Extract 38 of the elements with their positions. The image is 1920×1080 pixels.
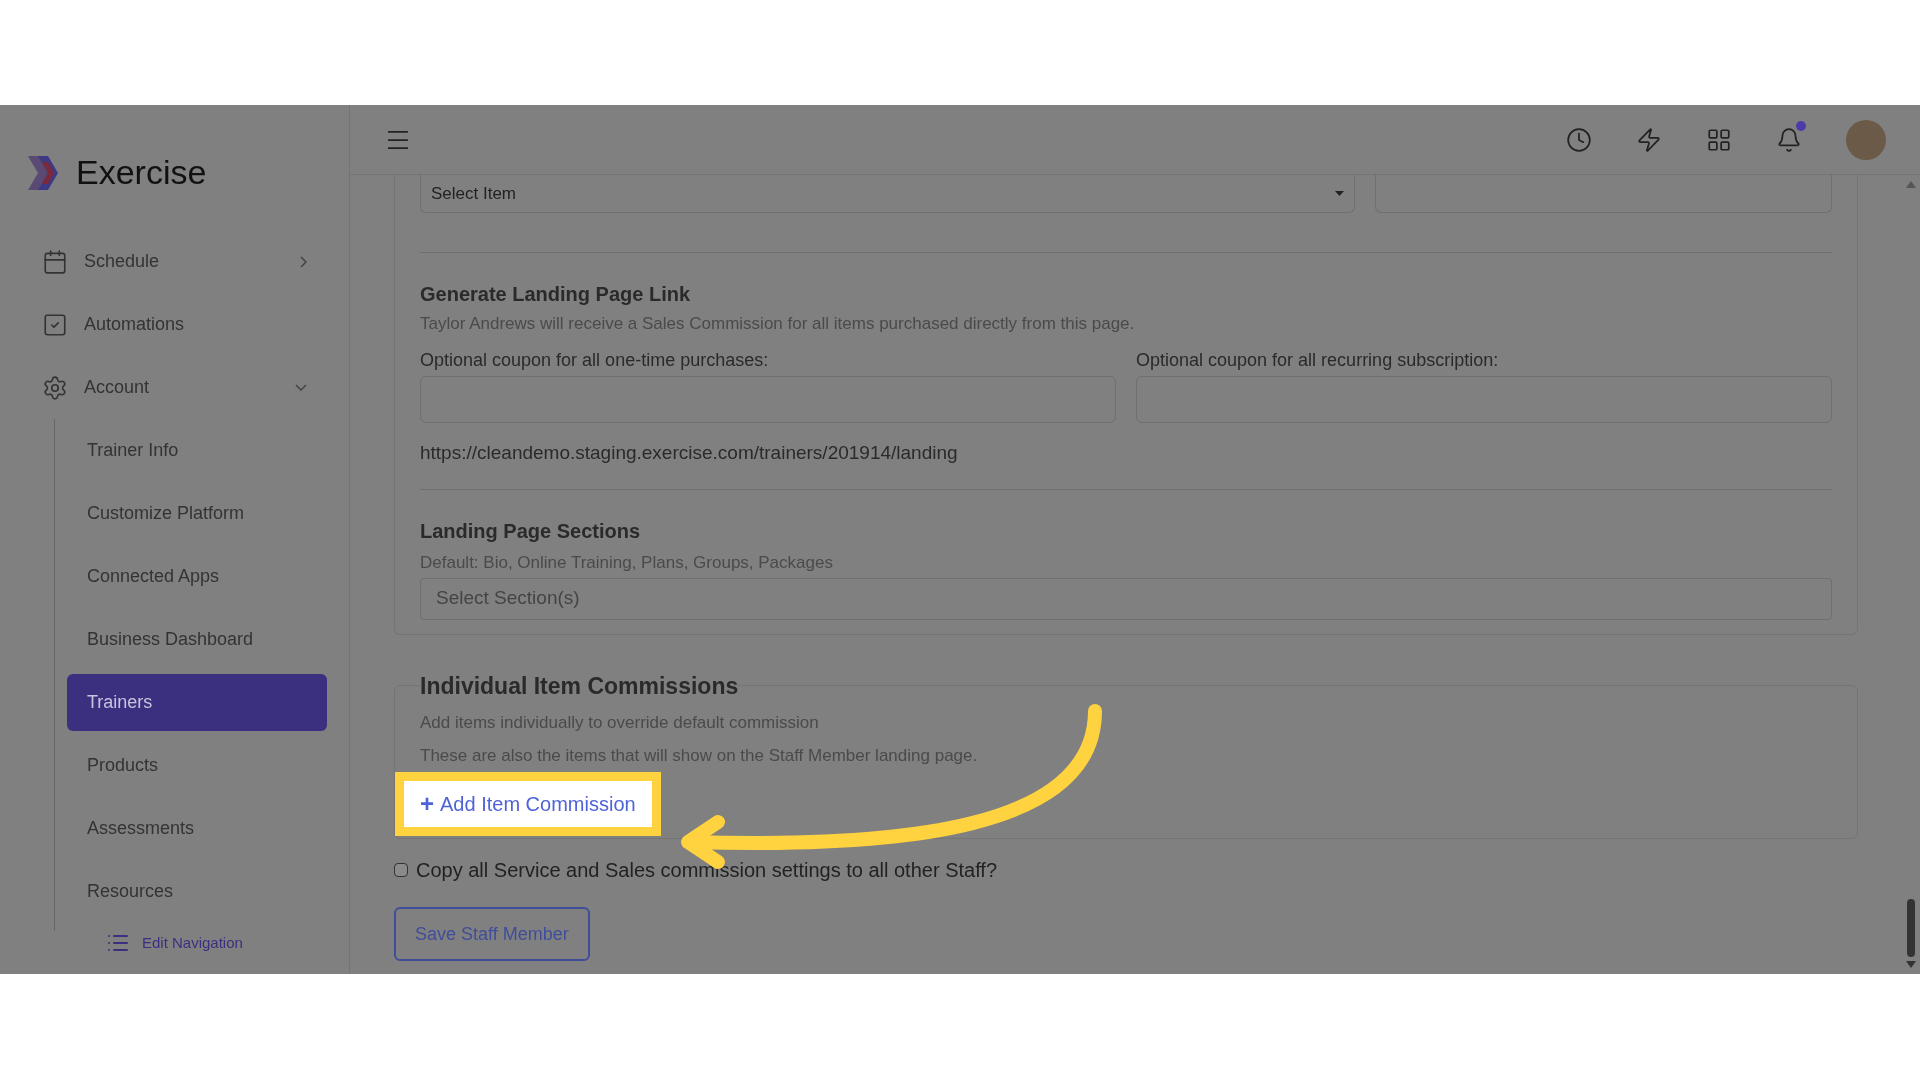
sidebar-item[interactable]: Automations: [24, 293, 327, 356]
chevron-down-icon: [295, 384, 307, 391]
gear-icon: [42, 374, 68, 401]
caret-icon: [1335, 191, 1344, 196]
brand-name: Exercise: [76, 152, 207, 193]
clock-icon[interactable]: [1566, 126, 1592, 153]
checkbox-icon: [42, 311, 68, 338]
scroll-down-arrow-icon[interactable]: [1906, 961, 1916, 968]
checkbox-label: Copy all Service and Sales commission settings to all other Staff?: [416, 858, 998, 883]
sidebar-subitem[interactable]: Trainer Info: [67, 422, 327, 479]
bell-icon[interactable]: [1776, 126, 1802, 153]
section-title: Generate Landing Page Link: [420, 282, 692, 307]
sidebar-item[interactable]: Account: [24, 356, 327, 419]
sidebar-subitem[interactable]: Connected Apps: [67, 548, 327, 605]
field-label: Optional coupon for all recurring subscription:: [1136, 348, 1500, 372]
scroll-up-arrow-icon[interactable]: [1906, 181, 1916, 188]
scrollbar-thumb[interactable]: [1907, 899, 1915, 957]
grid-icon[interactable]: [1706, 126, 1732, 153]
select-sections-dropdown[interactable]: Select Section(s): [420, 577, 1832, 620]
sidebar-item[interactable]: Schedule: [24, 230, 327, 293]
sidebar-subitem[interactable]: Customize Platform: [67, 485, 327, 542]
sidebar-subitem[interactable]: Assessments: [67, 800, 327, 857]
checkbox[interactable]: [394, 863, 408, 877]
save-staff-member-button[interactable]: Save Staff Member: [394, 907, 590, 961]
edit-navigation-link[interactable]: Edit Navigation: [106, 931, 349, 955]
add-item-commission-button[interactable]: + Add Item Commission: [395, 772, 661, 836]
landing-page-url: https://cleandemo.staging.exercise.com/trainers/201914/landing: [420, 440, 959, 465]
field-label: Optional coupon for all one-time purchases:: [420, 348, 770, 372]
select-item-dropdown[interactable]: Select Item: [420, 175, 1355, 213]
sidebar-subitem[interactable]: Business Dashboard: [67, 611, 327, 668]
sidebar-subitem[interactable]: Resources: [67, 863, 327, 920]
section-title: Individual Item Commissions: [420, 671, 739, 701]
calendar-icon: [42, 248, 68, 275]
sidebar-subitem[interactable]: Trainers: [67, 674, 327, 731]
lightning-icon[interactable]: [1636, 126, 1662, 153]
section-title: Landing Page Sections: [420, 519, 642, 544]
sidebar-subitem[interactable]: Products: [67, 737, 327, 794]
chevron-right-icon: [300, 255, 307, 268]
